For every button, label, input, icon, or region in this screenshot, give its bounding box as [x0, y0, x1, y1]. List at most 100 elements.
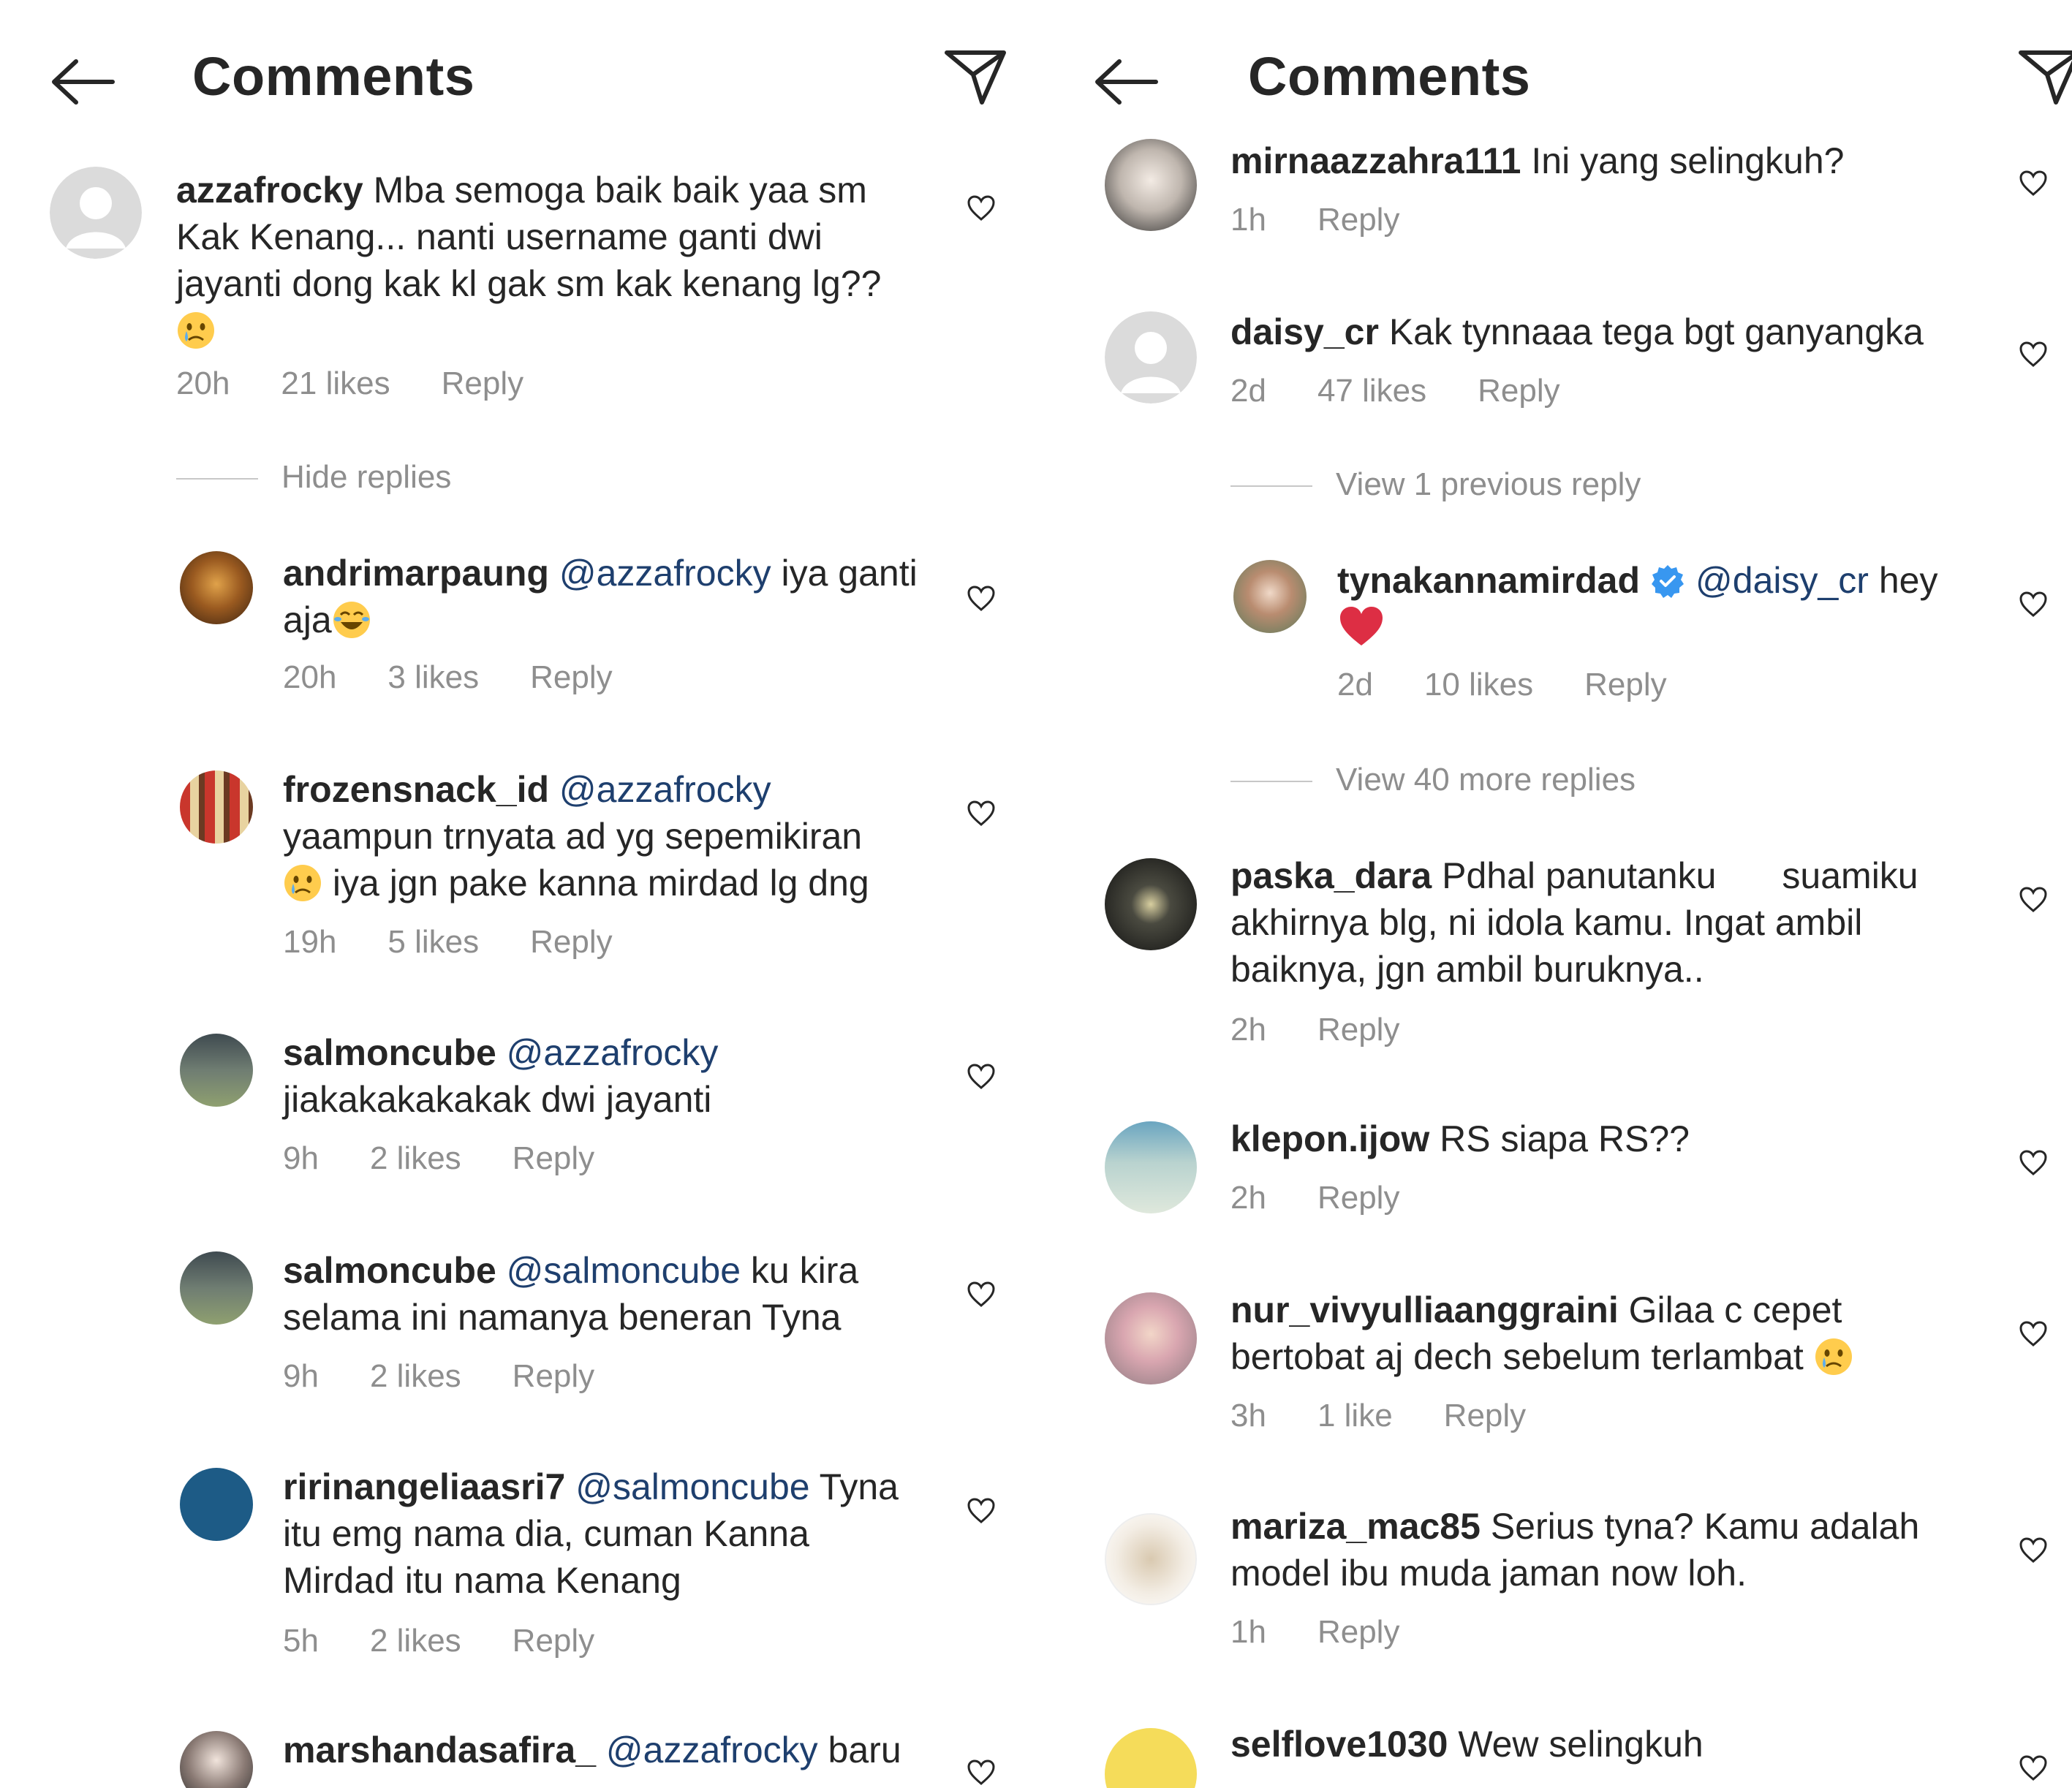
heart-outline-icon[interactable] — [967, 1497, 996, 1525]
reply-button[interactable]: Reply — [513, 1358, 595, 1394]
reply-button[interactable]: Reply — [1317, 1180, 1400, 1216]
comments-panel-left: Comments azzafrocky Mba semoga baik baik… — [0, 0, 1036, 1788]
timestamp: 2h — [1230, 1180, 1266, 1216]
back-arrow-icon[interactable] — [50, 58, 116, 105]
heart-outline-icon[interactable] — [2019, 170, 2048, 197]
mention-link[interactable]: @salmoncube — [507, 1250, 741, 1291]
avatar[interactable] — [1105, 1292, 1197, 1384]
likes-count[interactable]: 2 likes — [370, 1140, 461, 1176]
comment-meta: 2d 10 likes Reply — [1337, 667, 1718, 703]
reply-button[interactable]: Reply — [530, 659, 613, 695]
avatar[interactable] — [180, 1034, 253, 1107]
mention-link[interactable]: @azzafrocky — [559, 553, 771, 594]
comment-body: jiakakakakakak dwi jayanti — [283, 1079, 712, 1120]
username[interactable]: nur_vivyulliaanggraini — [1230, 1289, 1619, 1330]
likes-count[interactable]: 1 like — [1317, 1398, 1393, 1433]
avatar[interactable] — [180, 1251, 253, 1325]
username[interactable]: ririnangeliaasri7 — [283, 1466, 565, 1507]
avatar[interactable] — [180, 551, 253, 624]
send-icon[interactable] — [2018, 48, 2072, 105]
comment-meta: 9h 2 likes Reply — [283, 1140, 646, 1177]
comment-text: salmoncube @azzafrocky jiakakakakakak dw… — [283, 1029, 941, 1123]
mention-link[interactable]: @salmoncube — [575, 1466, 809, 1507]
heart-outline-icon[interactable] — [967, 1281, 996, 1308]
heart-outline-icon[interactable] — [2019, 1320, 2048, 1348]
username[interactable]: mariza_mac85 — [1230, 1506, 1481, 1547]
likes-count[interactable]: 3 likes — [387, 659, 479, 695]
send-icon[interactable] — [944, 48, 1007, 105]
view-previous-label: View 1 previous reply — [1336, 466, 1641, 502]
username[interactable]: azzafrocky — [176, 170, 363, 211]
avatar[interactable] — [180, 1468, 253, 1541]
avatar[interactable] — [1233, 560, 1307, 633]
reply-button[interactable]: Reply — [513, 1623, 595, 1659]
timestamp: 9h — [283, 1358, 319, 1394]
heart-outline-icon[interactable] — [967, 1759, 996, 1787]
likes-count[interactable]: 47 likes — [1317, 373, 1426, 409]
mention-link[interactable]: @daisy_cr — [1695, 560, 1869, 601]
avatar[interactable] — [50, 167, 142, 259]
reply-button[interactable]: Reply — [1317, 202, 1400, 238]
username[interactable]: tynakannamirdad — [1337, 560, 1640, 601]
likes-count[interactable]: 21 likes — [281, 365, 390, 401]
likes-count[interactable]: 5 likes — [387, 924, 479, 960]
likes-count[interactable]: 2 likes — [370, 1358, 461, 1394]
mention-link[interactable]: @azzafrocky — [507, 1032, 719, 1073]
avatar[interactable] — [1105, 311, 1197, 404]
username[interactable]: mirnaazzahra111 — [1230, 140, 1521, 181]
back-arrow-icon[interactable] — [1093, 58, 1159, 105]
heart-outline-icon[interactable] — [2019, 591, 2048, 618]
username[interactable]: klepon.ijow — [1230, 1118, 1429, 1159]
username[interactable]: daisy_cr — [1230, 311, 1379, 352]
comment-text: mirnaazzahra111 Ini yang selingkuh? — [1230, 137, 1998, 184]
comment-text: andrimarpaung @azzafrocky iya ganti aja — [283, 550, 941, 643]
comment-meta: 2d 47 likes Reply — [1230, 373, 1611, 409]
avatar[interactable] — [1105, 858, 1197, 950]
reply-button[interactable]: Reply — [1317, 1614, 1400, 1650]
avatar[interactable] — [1105, 139, 1197, 231]
heart-outline-icon[interactable] — [967, 800, 996, 827]
heart-outline-icon[interactable] — [967, 585, 996, 613]
heart-outline-icon[interactable] — [2019, 341, 2048, 368]
reply-button[interactable]: Reply — [1584, 667, 1667, 702]
reply-button[interactable]: Reply — [1444, 1398, 1527, 1433]
heart-outline-icon[interactable] — [967, 1063, 996, 1091]
avatar[interactable] — [180, 770, 253, 844]
avatar[interactable] — [1105, 1513, 1197, 1605]
reply-button[interactable]: Reply — [530, 924, 613, 960]
username[interactable]: paska_dara — [1230, 855, 1432, 896]
username[interactable]: marshandasafira_ — [283, 1730, 596, 1770]
timestamp: 20h — [283, 659, 337, 695]
mention-link[interactable]: @azzafrocky — [559, 769, 771, 810]
reply-button[interactable]: Reply — [1478, 373, 1560, 409]
avatar[interactable] — [180, 1731, 253, 1788]
comment-body: aja — [283, 599, 332, 640]
username[interactable]: selflove1030 — [1230, 1724, 1448, 1765]
likes-count[interactable]: 10 likes — [1424, 667, 1533, 702]
reply-button[interactable]: Reply — [442, 365, 524, 401]
username[interactable]: salmoncube — [283, 1250, 496, 1291]
reply-button[interactable]: Reply — [1317, 1012, 1400, 1048]
view-previous-replies-button[interactable]: View 1 previous reply — [1230, 466, 1641, 503]
mention-link[interactable]: @azzafrocky — [606, 1730, 818, 1770]
comment-body: RS siapa RS?? — [1429, 1118, 1690, 1159]
likes-count[interactable]: 2 likes — [370, 1623, 461, 1659]
heart-outline-icon[interactable] — [2019, 1149, 2048, 1177]
reply-button[interactable]: Reply — [513, 1140, 595, 1176]
comment-text: salmoncube @salmoncube ku kira selama in… — [283, 1247, 941, 1341]
username[interactable]: andrimarpaung — [283, 553, 549, 594]
avatar[interactable] — [1105, 1728, 1197, 1788]
heart-outline-icon[interactable] — [967, 194, 996, 222]
heart-outline-icon[interactable] — [2019, 1537, 2048, 1564]
crying-emoji-icon — [283, 863, 322, 903]
username[interactable]: frozensnack_id — [283, 769, 549, 810]
avatar[interactable] — [1105, 1121, 1197, 1213]
username[interactable]: salmoncube — [283, 1032, 496, 1073]
comment-body: Mirdad itu nama Kenang — [283, 1560, 681, 1601]
comment-text: mariza_mac85 Serius tyna? Kamu adalah mo… — [1230, 1503, 2020, 1596]
heart-outline-icon[interactable] — [2019, 886, 2048, 914]
verified-badge-icon — [1650, 564, 1685, 599]
view-more-replies-button[interactable]: View 40 more replies — [1230, 762, 1636, 798]
hide-replies-button[interactable]: Hide replies — [176, 459, 451, 496]
heart-outline-icon[interactable] — [2019, 1754, 2048, 1782]
